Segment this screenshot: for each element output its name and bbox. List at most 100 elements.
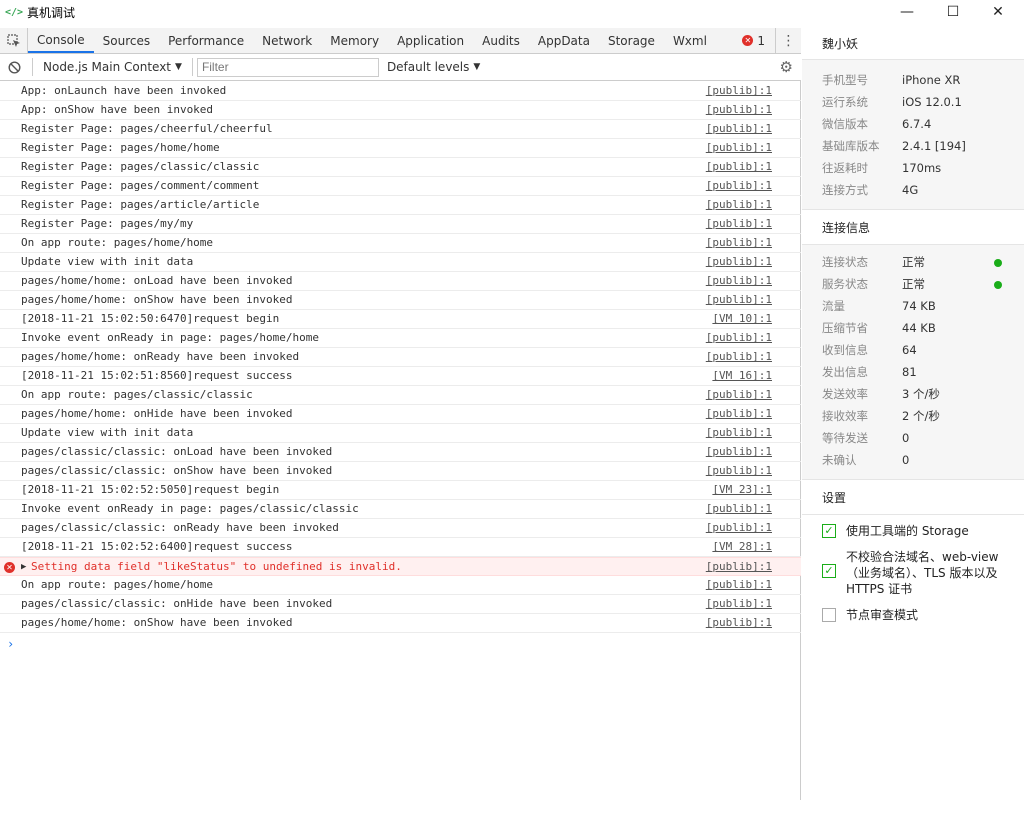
settings-label: 不校验合法域名、web-view（业务域名）、TLS 版本以及 HTTPS 证书 xyxy=(846,550,999,596)
console-message: Register Page: pages/classic/classic xyxy=(21,160,260,173)
source-link[interactable]: [publib]:1 xyxy=(706,595,772,613)
console-message: pages/classic/classic: onReady have been… xyxy=(21,521,339,534)
tab-wxml[interactable]: Wxml xyxy=(664,28,716,53)
source-link[interactable]: [publib]:1 xyxy=(706,272,772,290)
error-count-badge[interactable]: ✕ 1 xyxy=(742,34,775,48)
settings-label: 使用工具端的 Storage xyxy=(846,524,969,538)
checkbox-unchecked[interactable] xyxy=(822,608,836,622)
checkbox-checked[interactable]: ✓ xyxy=(822,524,836,538)
console-row: Invoke event onReady in page: pages/home… xyxy=(0,329,801,348)
source-link[interactable]: [publib]:1 xyxy=(706,158,772,176)
minimize-button[interactable]: — xyxy=(884,0,930,24)
source-link[interactable]: [publib]:1 xyxy=(706,177,772,195)
settings-option[interactable]: ✓ 不校验合法域名、web-view（业务域名）、TLS 版本以及 HTTPS 证… xyxy=(802,549,1024,597)
connection-info: 连接状态 正常 服务状态 正常 流量 74 KB 压缩节省 44 KB 收到信息 64 发出信息 81… xyxy=(802,245,1024,479)
console-row: [2018-11-21 15:02:52:6400]request succes… xyxy=(0,538,801,557)
console-row: pages/home/home: onShow have been invoke… xyxy=(0,614,801,633)
source-link[interactable]: [publib]:1 xyxy=(706,614,772,632)
info-value: 0 xyxy=(902,431,910,445)
source-link[interactable]: [publib]:1 xyxy=(706,82,772,100)
source-link[interactable]: [publib]:1 xyxy=(706,120,772,138)
tab-memory[interactable]: Memory xyxy=(321,28,388,53)
console-row: Register Page: pages/cheerful/cheerful [p… xyxy=(0,120,801,139)
source-link[interactable]: [publib]:1 xyxy=(706,386,772,404)
source-link[interactable]: [publib]:1 xyxy=(706,291,772,309)
info-label: 往返耗时 xyxy=(822,161,868,175)
source-link[interactable]: [publib]:1 xyxy=(706,519,772,537)
tab-application[interactable]: Application xyxy=(388,28,473,53)
info-label: 未确认 xyxy=(822,453,857,467)
tabbar-right: ✕ 1 ⋮ xyxy=(742,27,801,54)
console-row: pages/home/home: onHide have been invoke… xyxy=(0,405,801,424)
console-row: pages/classic/classic: onHide have been … xyxy=(0,595,801,614)
info-value: iOS 12.0.1 xyxy=(902,95,962,109)
more-menu-button[interactable]: ⋮ xyxy=(775,27,801,54)
source-link[interactable]: [publib]:1 xyxy=(706,424,772,442)
tab-appdata[interactable]: AppData xyxy=(529,28,599,53)
console-prompt[interactable]: › xyxy=(7,637,14,651)
source-link[interactable]: [publib]:1 xyxy=(706,576,772,594)
source-link[interactable]: [publib]:1 xyxy=(706,405,772,423)
levels-label: Default levels xyxy=(386,60,470,74)
source-link[interactable]: [publib]:1 xyxy=(706,500,772,518)
info-row: 连接状态 正常 xyxy=(802,251,1024,273)
source-link[interactable]: [publib]:1 xyxy=(706,329,772,347)
source-link[interactable]: [publib]:1 xyxy=(706,462,772,480)
gear-icon[interactable]: ⚙ xyxy=(780,58,793,76)
chevron-down-icon: ▼ xyxy=(175,62,182,72)
console-message: Update view with init data xyxy=(21,426,194,439)
console-row: pages/home/home: onLoad have been invoke… xyxy=(0,272,801,291)
settings-title: 设置 xyxy=(802,479,1024,515)
info-row: 手机型号 iPhone XR xyxy=(802,69,1024,91)
source-link[interactable]: [VM 28]:1 xyxy=(712,538,772,556)
inspect-element-button[interactable] xyxy=(0,28,28,53)
console-output[interactable]: App: onLaunch have been invoked [publib]:… xyxy=(0,82,801,651)
tab-sources[interactable]: Sources xyxy=(94,28,159,53)
source-link[interactable]: [VM 10]:1 xyxy=(712,310,772,328)
source-link[interactable]: [publib]:1 xyxy=(706,101,772,119)
tab-storage[interactable]: Storage xyxy=(599,28,664,53)
info-row: 基础库版本 2.4.1 [194] xyxy=(802,135,1024,157)
source-link[interactable]: [publib]:1 xyxy=(706,234,772,252)
console-row: pages/classic/classic: onLoad have been … xyxy=(0,443,801,462)
title-bar: </> 真机调试 xyxy=(0,0,1024,24)
source-link[interactable]: [publib]:1 xyxy=(706,443,772,461)
window-title: 真机调试 xyxy=(27,5,76,20)
console-row: On app route: pages/home/home [publib]:1 xyxy=(0,576,801,595)
source-link[interactable]: [publib]:1 xyxy=(706,139,772,157)
log-levels-select[interactable]: Default levels ▼ xyxy=(387,60,480,74)
console-message: pages/home/home: onShow have been invoke… xyxy=(21,616,293,629)
clear-console-button[interactable] xyxy=(0,60,28,74)
tab-network[interactable]: Network xyxy=(253,28,321,53)
console-message: pages/home/home: onHide have been invoke… xyxy=(21,407,293,420)
console-message: Invoke event onReady in page: pages/home… xyxy=(21,331,320,344)
filter-input[interactable] xyxy=(196,57,379,77)
info-value: 74 KB xyxy=(902,299,936,313)
settings-option[interactable]: ✓ 使用工具端的 Storage xyxy=(802,523,1024,539)
checkbox-checked[interactable]: ✓ xyxy=(822,564,836,578)
info-value: 6.7.4 xyxy=(902,117,932,131)
source-link[interactable]: [publib]:1 xyxy=(706,348,772,366)
source-link[interactable]: [VM 23]:1 xyxy=(712,481,772,499)
tab-audits[interactable]: Audits xyxy=(473,28,529,53)
source-link[interactable]: [VM 16]:1 xyxy=(712,367,772,385)
settings-option[interactable]: 节点审查模式 xyxy=(802,607,1024,623)
info-value: 0 xyxy=(902,453,910,467)
info-label: 压缩节省 xyxy=(822,321,868,335)
maximize-button[interactable]: ☐ xyxy=(930,0,976,24)
source-link[interactable]: [publib]:1 xyxy=(706,215,772,233)
close-button[interactable]: ✕ xyxy=(975,0,1021,24)
console-message: [2018-11-21 15:02:52:6400]request succes… xyxy=(21,540,293,553)
tab-console[interactable]: Console xyxy=(28,28,94,53)
source-link[interactable]: [publib]:1 xyxy=(706,253,772,271)
context-select[interactable]: Node.js Main Context ▼ xyxy=(37,60,188,74)
console-message: pages/classic/classic: onLoad have been … xyxy=(21,445,333,458)
console-message: Setting data field "likeStatus" to undef… xyxy=(31,560,402,573)
source-link[interactable]: [publib]:1 xyxy=(706,196,772,214)
info-value: 2.4.1 [194] xyxy=(902,139,966,153)
source-link[interactable]: [publib]:1 xyxy=(706,558,772,576)
expand-arrow-icon[interactable]: ▶ xyxy=(21,558,26,576)
console-row: On app route: pages/classic/classic [publ… xyxy=(0,386,801,405)
tab-performance[interactable]: Performance xyxy=(159,28,253,53)
console-message: pages/home/home: onShow have been invoke… xyxy=(21,293,293,306)
